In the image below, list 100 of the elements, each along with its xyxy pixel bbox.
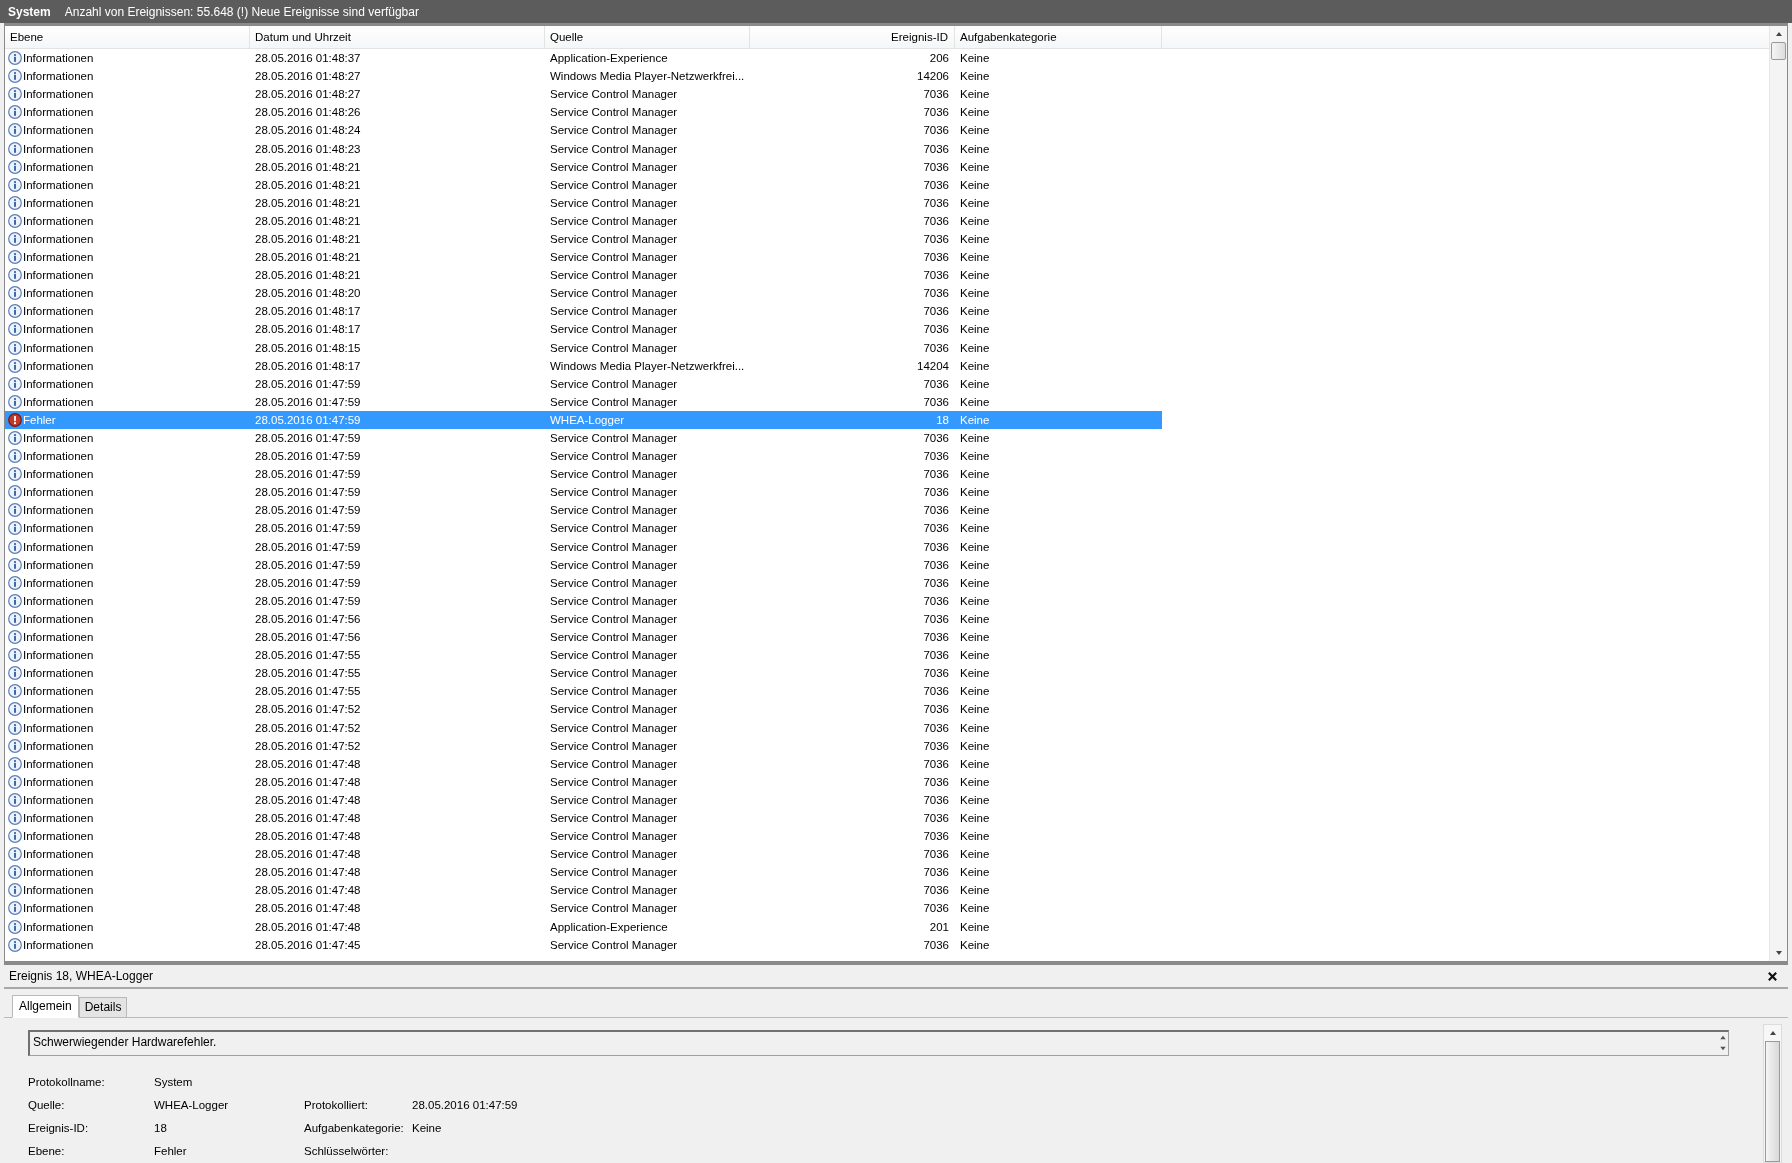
event-row[interactable]: Informationen 28.05.2016 01:47:59 Service Control Manager 7036 Keine <box>5 392 1162 411</box>
event-row[interactable]: Informationen 28.05.2016 01:47:56 Service Control Manager 7036 Keine <box>5 609 1162 628</box>
table-cell: Informationen <box>23 269 94 282</box>
event-row[interactable]: Informationen 28.05.2016 01:48:37 Application-Experience 206 Keine <box>5 49 1162 68</box>
event-row[interactable]: Informationen 28.05.2016 01:47:55 Service Control Manager 7036 Keine <box>5 682 1162 701</box>
table-cell: 28.05.2016 01:47:48 <box>255 812 361 824</box>
table-cell: 7036 <box>923 432 949 444</box>
table-cell: Informationen <box>23 160 94 173</box>
event-row[interactable]: Informationen 28.05.2016 01:48:17 Service Control Manager 7036 Keine <box>5 320 1162 339</box>
event-row[interactable]: Informationen 28.05.2016 01:48:26 Service Control Manager 7036 Keine <box>5 103 1162 122</box>
table-cell: 7036 <box>923 739 949 752</box>
event-row[interactable]: Informationen 28.05.2016 01:47:59 Service Control Manager 7036 Keine <box>5 447 1162 466</box>
tab[interactable]: Details <box>78 997 128 1018</box>
event-row[interactable]: Informationen 28.05.2016 01:48:17 Windows Media Player-Netzwerkfrei... 14204 Keine <box>5 356 1162 375</box>
event-row[interactable]: Informationen 28.05.2016 01:47:59 Service Control Manager 7036 Keine <box>5 519 1162 538</box>
field-value: WHEA-Logger <box>154 1098 229 1111</box>
event-row[interactable]: Informationen 28.05.2016 01:48:15 Service Control Manager 7036 Keine <box>5 338 1162 357</box>
event-row[interactable]: Informationen 28.05.2016 01:47:52 Service Control Manager 7036 Keine <box>5 718 1162 737</box>
info-icon <box>8 557 22 572</box>
table-cell: 7036 <box>923 667 949 680</box>
event-row[interactable]: Informationen 28.05.2016 01:48:21 Service Control Manager 7036 Keine <box>5 193 1162 212</box>
event-row[interactable]: Informationen 28.05.2016 01:47:48 Application-Experience 201 Keine <box>5 917 1162 936</box>
close-icon[interactable] <box>1767 970 1778 982</box>
table-cell: 18 <box>936 413 949 426</box>
event-row[interactable]: Informationen 28.05.2016 01:48:21 Service Control Manager 7036 Keine <box>5 175 1162 194</box>
table-cell: Informationen <box>23 685 94 698</box>
table-cell: 28.05.2016 01:48:37 <box>255 52 361 65</box>
event-row[interactable]: Informationen 28.05.2016 01:47:48 Service Control Manager 7036 Keine <box>5 827 1162 846</box>
table-cell: Service Control Manager <box>550 902 678 915</box>
event-row[interactable]: Informationen 28.05.2016 01:47:56 Service Control Manager 7036 Keine <box>5 628 1162 647</box>
event-row[interactable]: Informationen 28.05.2016 01:48:21 Service Control Manager 7036 Keine <box>5 248 1162 267</box>
event-row[interactable]: Informationen 28.05.2016 01:47:59 Service Control Manager 7036 Keine <box>5 573 1162 592</box>
scroll-bar[interactable] <box>1763 1024 1782 1163</box>
table-cell: Informationen <box>23 576 94 589</box>
event-row[interactable]: Informationen 28.05.2016 01:47:52 Service Control Manager 7036 Keine <box>5 736 1162 755</box>
table-cell: Keine <box>960 920 990 933</box>
table-cell: 7036 <box>923 287 949 300</box>
table-cell: 28.05.2016 01:47:59 <box>255 558 361 571</box>
event-row[interactable]: Informationen 28.05.2016 01:48:27 Windows Media Player-Netzwerkfrei... 14206 Keine <box>5 67 1162 86</box>
event-row[interactable]: Informationen 28.05.2016 01:47:59 Service Control Manager 7036 Keine <box>5 537 1162 556</box>
message-field[interactable]: Schwerwiegender Hardwarefehler. <box>28 1030 1729 1056</box>
scroll-bar[interactable] <box>1769 26 1787 961</box>
table-cell: Service Control Manager <box>550 884 678 897</box>
table-cell: Service Control Manager <box>550 667 678 680</box>
table-cell: 206 <box>929 52 949 65</box>
table-cell: Informationen <box>23 631 94 644</box>
event-row[interactable]: Informationen 28.05.2016 01:48:24 Service Control Manager 7036 Keine <box>5 121 1162 140</box>
table-cell: Service Control Manager <box>550 757 678 770</box>
table-cell: 28.05.2016 01:47:52 <box>255 721 361 734</box>
event-row[interactable]: Informationen 28.05.2016 01:48:21 Service Control Manager 7036 Keine <box>5 157 1162 176</box>
event-row[interactable]: Informationen 28.05.2016 01:47:52 Service Control Manager 7036 Keine <box>5 700 1162 719</box>
info-icon <box>8 431 22 445</box>
column-header[interactable]: Aufgabenkategorie <box>955 26 1162 48</box>
event-row[interactable]: Informationen 28.05.2016 01:47:59 Service Control Manager 7036 Keine <box>5 374 1162 393</box>
event-row[interactable]: Informationen 28.05.2016 01:47:48 Service Control Manager 7036 Keine <box>5 808 1162 828</box>
event-row[interactable]: Informationen 28.05.2016 01:47:59 Service Control Manager 7036 Keine <box>5 501 1162 520</box>
event-row[interactable]: Informationen 28.05.2016 01:47:59 Service Control Manager 7036 Keine <box>5 483 1162 502</box>
event-row[interactable]: Informationen 28.05.2016 01:47:59 Service Control Manager 7036 Keine <box>5 428 1162 448</box>
event-row[interactable]: Informationen 28.05.2016 01:48:21 Service Control Manager 7036 Keine <box>5 229 1162 249</box>
event-row[interactable]: Informationen 28.05.2016 01:47:59 Service Control Manager 7036 Keine <box>5 465 1162 484</box>
event-row[interactable]: Informationen 28.05.2016 01:47:48 Service Control Manager 7036 Keine <box>5 899 1162 918</box>
info-icon <box>8 358 22 373</box>
field-label: Ereignis-ID: <box>28 1121 90 1134</box>
event-row[interactable]: Informationen 28.05.2016 01:48:21 Service Control Manager 7036 Keine <box>5 266 1162 285</box>
info-icon <box>8 87 22 102</box>
table-cell: Service Control Manager <box>550 450 678 463</box>
table-cell: 28.05.2016 01:48:17 <box>255 305 361 318</box>
event-row[interactable]: Informationen 28.05.2016 01:47:48 Service Control Manager 7036 Keine <box>5 863 1162 882</box>
table-cell: 7036 <box>923 576 949 589</box>
table-cell: Keine <box>960 558 990 571</box>
event-row[interactable]: Informationen 28.05.2016 01:47:48 Service Control Manager 7036 Keine <box>5 881 1162 900</box>
event-row[interactable]: Informationen 28.05.2016 01:47:48 Service Control Manager 7036 Keine <box>5 790 1162 809</box>
event-row[interactable]: Informationen 28.05.2016 01:47:48 Service Control Manager 7036 Keine <box>5 754 1162 773</box>
table-cell: 28.05.2016 01:47:48 <box>255 830 361 843</box>
event-row[interactable]: Informationen 28.05.2016 01:47:59 Service Control Manager 7036 Keine <box>5 555 1162 574</box>
event-row[interactable]: Informationen 28.05.2016 01:47:55 Service Control Manager 7036 Keine <box>5 646 1162 665</box>
event-row[interactable]: Informationen 28.05.2016 01:47:48 Service Control Manager 7036 Keine <box>5 845 1162 864</box>
column-header[interactable]: Ebene <box>5 26 250 48</box>
event-row[interactable]: Informationen 28.05.2016 01:48:17 Service Control Manager 7036 Keine <box>5 302 1162 321</box>
table-cell: WHEA-Logger <box>550 413 625 426</box>
table-cell: Service Control Manager <box>550 432 678 444</box>
table-cell: 7036 <box>923 866 949 879</box>
table-cell: Informationen <box>23 70 94 83</box>
tab[interactable]: Allgemein <box>12 995 79 1018</box>
event-row[interactable]: Informationen 28.05.2016 01:48:21 Service Control Manager 7036 Keine <box>5 211 1162 230</box>
column-header[interactable]: Datum und Uhrzeit <box>250 26 545 48</box>
table-cell: Informationen <box>23 594 94 607</box>
table-cell: Informationen <box>23 612 94 625</box>
event-row[interactable]: Informationen 28.05.2016 01:48:27 Service Control Manager 7036 Keine <box>5 85 1162 104</box>
event-row[interactable]: Informationen 28.05.2016 01:48:20 Service Control Manager 7036 Keine <box>5 284 1162 303</box>
event-row[interactable]: Informationen 28.05.2016 01:47:45 Service Control Manager 7036 Keine <box>5 935 1162 954</box>
event-row[interactable]: Informationen 28.05.2016 01:47:48 Service Control Manager 7036 Keine <box>5 772 1162 791</box>
event-row[interactable]: Informationen 28.05.2016 01:47:59 Service Control Manager 7036 Keine <box>5 591 1162 610</box>
event-row[interactable]: Informationen 28.05.2016 01:48:23 Service Control Manager 7036 Keine <box>5 139 1162 158</box>
column-header[interactable]: Ereignis-ID <box>750 26 955 48</box>
info-icon <box>8 666 22 681</box>
info-icon <box>8 286 22 301</box>
column-header[interactable]: Quelle <box>545 26 750 48</box>
info-icon <box>8 829 22 844</box>
event-row[interactable]: Informationen 28.05.2016 01:47:55 Service Control Manager 7036 Keine <box>5 664 1162 683</box>
